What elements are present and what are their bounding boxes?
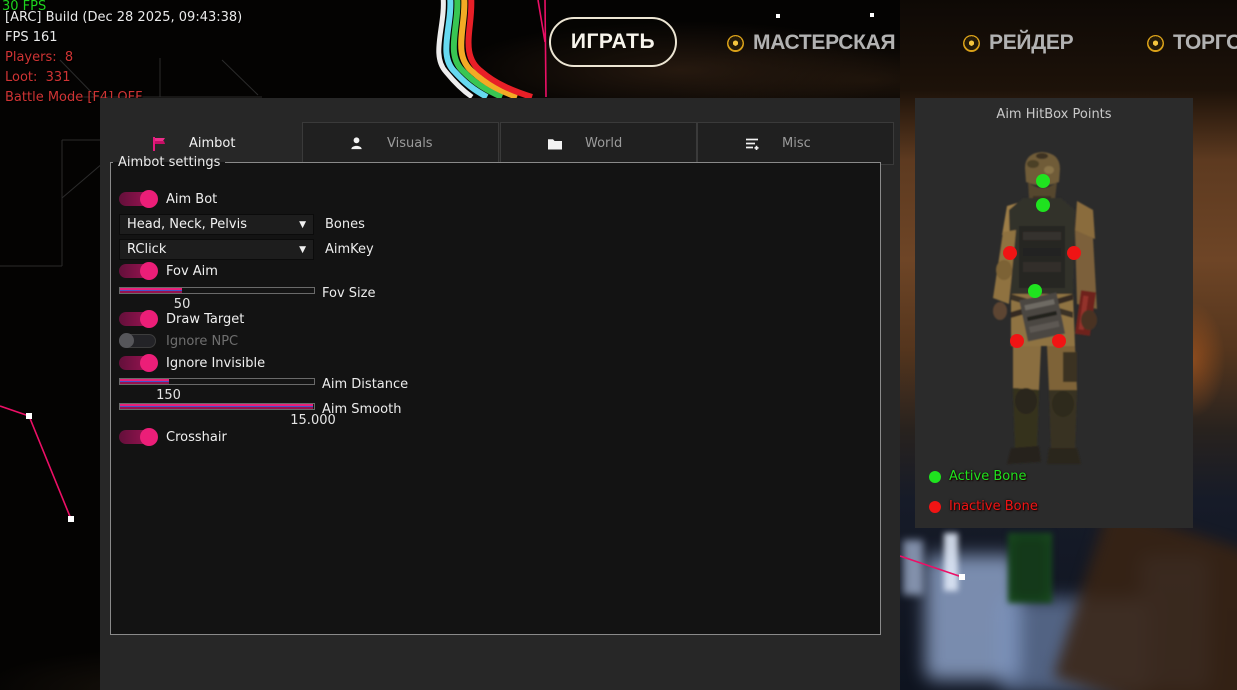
play-button[interactable]: ИГРАТЬ	[549, 17, 677, 67]
slider-fill	[120, 404, 313, 409]
hitbox-dot-right-thigh	[1052, 334, 1066, 348]
hitbox-dots-layer	[915, 98, 1193, 528]
toggle-switch[interactable]	[119, 264, 156, 278]
toggle-label: Ignore Invisible	[166, 356, 265, 371]
coin-icon	[963, 35, 980, 52]
players-count: Players: 8	[5, 50, 73, 65]
toggle-label: Fov Aim	[166, 264, 218, 279]
hitbox-panel: Aim HitBox Points	[915, 98, 1193, 528]
aimkey-label: AimKey	[325, 242, 374, 257]
flag-icon	[150, 135, 167, 152]
ignore-npc-toggle[interactable]: Ignore NPC	[119, 333, 238, 349]
toggle-label: Draw Target	[166, 312, 244, 327]
esp-dot	[870, 13, 874, 17]
hitbox-dot-left-thigh	[1010, 334, 1024, 348]
aim-distance-label: Aim Distance	[322, 377, 408, 392]
toggle-switch[interactable]	[119, 312, 156, 326]
aim-smooth-label: Aim Smooth	[322, 402, 401, 417]
group-title: Aimbot settings	[113, 155, 225, 170]
menu-item-trader[interactable]: ТОРГО	[1147, 26, 1237, 60]
chevron-down-icon: ▼	[299, 245, 306, 255]
bones-label: Bones	[325, 217, 365, 232]
legend-active-bone: Active Bone	[929, 469, 1026, 484]
hitbox-dot-left-arm	[1003, 246, 1017, 260]
loot-count: Loot: 331	[5, 70, 70, 85]
build-info: [ARC] Build (Dec 28 2025, 09:43:38)	[5, 10, 242, 25]
tab-label: Aimbot	[189, 136, 235, 151]
toggle-switch[interactable]	[119, 356, 156, 370]
bones-dropdown[interactable]: Head, Neck, Pelvis ▼	[119, 214, 314, 235]
aim-distance-slider[interactable]: 150	[119, 378, 315, 385]
legend-inactive-bone: Inactive Bone	[929, 499, 1038, 514]
legend-label: Active Bone	[949, 469, 1026, 484]
bg-light-slit	[944, 533, 958, 591]
toggle-label: Aim Bot	[166, 192, 217, 207]
slider-value: 150	[156, 388, 181, 403]
chevron-down-icon: ▼	[299, 220, 306, 230]
legend-label: Inactive Bone	[949, 499, 1038, 514]
slider-value: 50	[174, 297, 191, 312]
crosshair-toggle[interactable]: Crosshair	[119, 429, 227, 445]
folder-icon	[546, 135, 563, 152]
hitbox-dot-pelvis	[1028, 284, 1042, 298]
cheat-menu-panel: Aimbot Visuals World	[100, 98, 900, 690]
bg-light-slit	[903, 540, 923, 595]
esp-dot	[776, 14, 780, 18]
coin-icon	[727, 35, 744, 52]
ignore-invisible-toggle[interactable]: Ignore Invisible	[119, 355, 265, 371]
toggle-switch[interactable]	[119, 334, 156, 348]
fps-info: FPS 161	[5, 30, 58, 45]
hitbox-dot-right-arm	[1067, 246, 1081, 260]
toggle-label: Ignore NPC	[166, 334, 238, 349]
tab-label: Misc	[782, 136, 811, 151]
toggle-switch[interactable]	[119, 192, 156, 206]
coin-icon	[1147, 35, 1164, 52]
hitbox-dot-neck	[1036, 198, 1050, 212]
hitbox-dot-head	[1036, 174, 1050, 188]
tab-label: World	[585, 136, 622, 151]
tab-label: Visuals	[387, 136, 433, 151]
toggle-label: Crosshair	[166, 430, 227, 445]
bg-green-sign	[1008, 533, 1052, 603]
red-dot-icon	[929, 501, 941, 513]
sliders-icon	[743, 135, 760, 152]
green-dot-icon	[929, 471, 941, 483]
aimbot-settings-group: Aimbot settings Aim Bot Head, Neck, Pelv…	[110, 155, 881, 635]
toggle-switch[interactable]	[119, 430, 156, 444]
aim-smooth-slider[interactable]: 15.000	[119, 403, 315, 410]
game-screen: 30 FPS [ARC] Build (Dec 28 2025, 09:43:3…	[0, 0, 1237, 690]
dropdown-value: RClick	[127, 242, 166, 257]
fov-size-slider[interactable]: 50	[119, 287, 315, 294]
fov-size-label: Fov Size	[322, 286, 375, 301]
menu-item-label: РЕЙДЕР	[989, 31, 1073, 55]
aim-bot-toggle[interactable]: Aim Bot	[119, 191, 217, 207]
slider-fill	[120, 288, 182, 293]
menu-item-raider[interactable]: РЕЙДЕР	[963, 26, 1073, 60]
menu-item-label: ТОРГО	[1173, 31, 1237, 55]
menu-item-label: МАСТЕРСКАЯ	[753, 31, 895, 55]
draw-target-toggle[interactable]: Draw Target	[119, 311, 244, 327]
dropdown-value: Head, Neck, Pelvis	[127, 217, 247, 232]
person-icon	[348, 135, 365, 152]
aimkey-dropdown[interactable]: RClick ▼	[119, 239, 314, 260]
menu-item-workshop[interactable]: МАСТЕРСКАЯ	[727, 26, 895, 60]
fov-aim-toggle[interactable]: Fov Aim	[119, 263, 218, 279]
slider-fill	[120, 379, 169, 384]
